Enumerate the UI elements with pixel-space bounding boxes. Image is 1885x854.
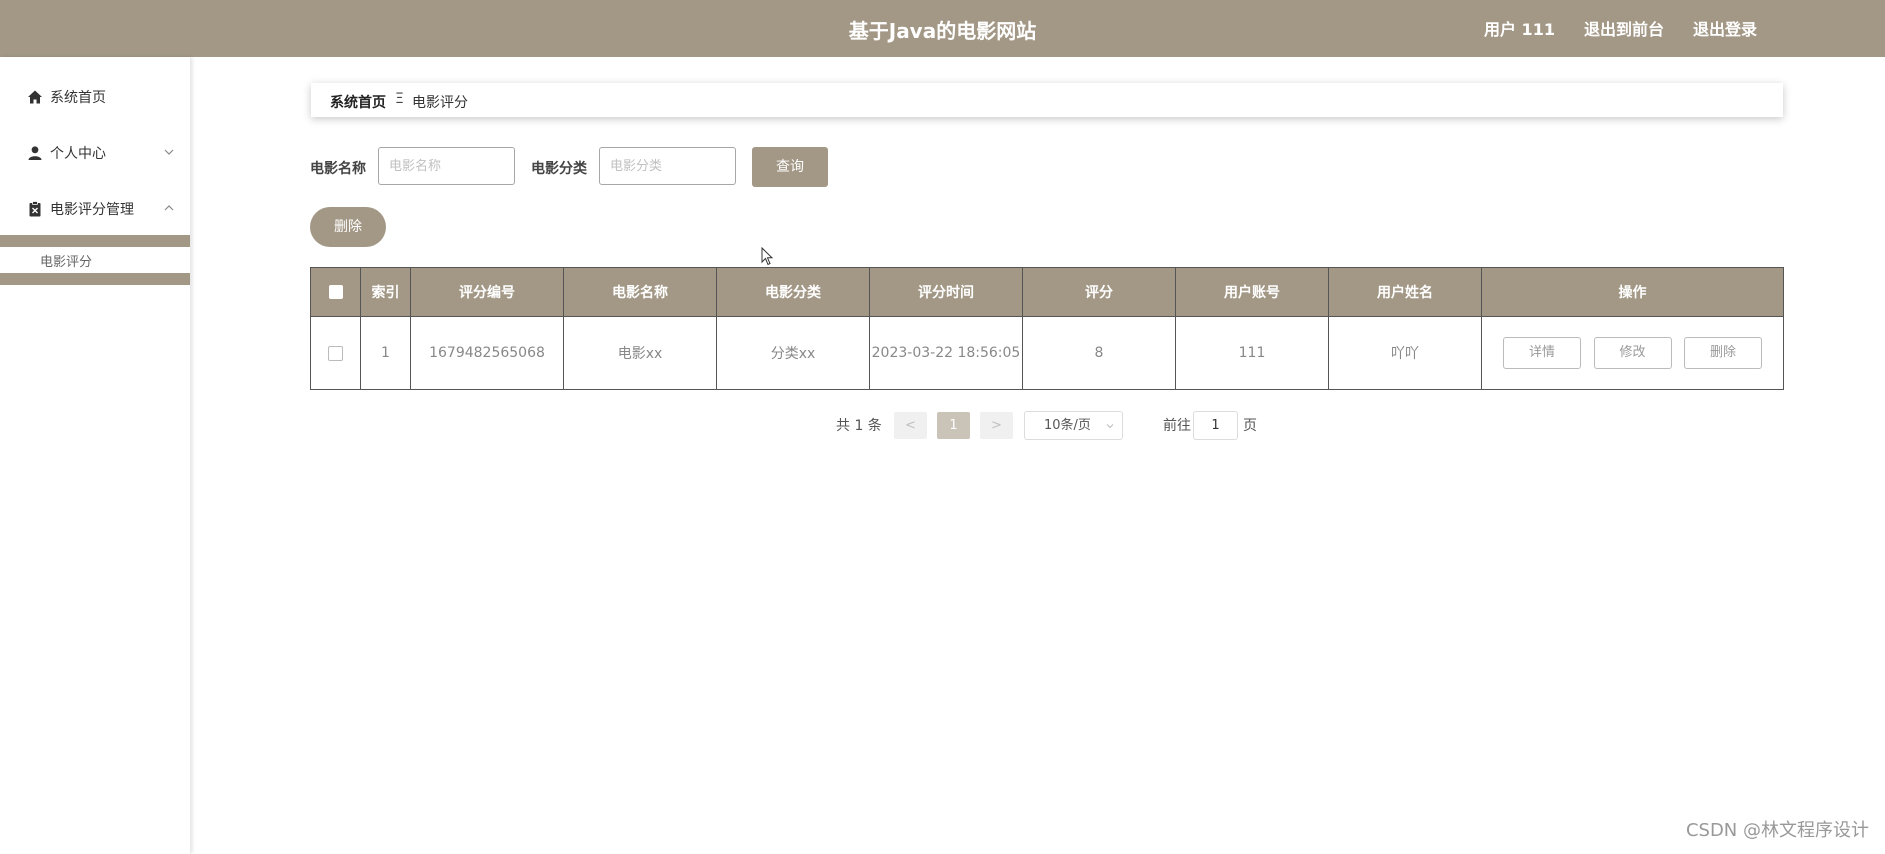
movie-category-label: 电影分类: [531, 161, 587, 177]
breadcrumb-separator: Ξ: [395, 91, 404, 107]
query-button[interactable]: 查询: [752, 147, 828, 187]
table-header-row: 索引 评分编号 电影名称 电影分类 评分时间 评分 用户账号 用户姓名 操作: [310, 267, 1784, 317]
goto-page-input[interactable]: [1193, 411, 1238, 440]
sidebar-item-label: 个人中心: [50, 146, 106, 162]
next-page-button[interactable]: >: [980, 412, 1013, 439]
chevron-down-icon: [164, 149, 174, 155]
column-header: 用户账号: [1175, 267, 1329, 317]
home-icon: [28, 90, 42, 104]
select-all-cell[interactable]: [310, 267, 361, 317]
rating-table: 索引 评分编号 电影名称 电影分类 评分时间 评分 用户账号 用户姓名 操作 1…: [310, 267, 1784, 390]
sidebar-item-home[interactable]: 系统首页: [0, 87, 190, 107]
table-row: 1 1679482565068 电影xx 分类xx 2023-03-22 18:…: [310, 316, 1784, 390]
top-nav: 用户 111 退出到前台 退出登录: [1484, 16, 1757, 40]
goto-suffix: 页: [1243, 418, 1257, 434]
actions-cell: 详情 修改 删除: [1481, 316, 1784, 390]
column-header: 索引: [360, 267, 411, 317]
user-name-cell: 吖吖: [1328, 316, 1482, 390]
movie-name-cell: 电影xx: [563, 316, 717, 390]
movie-category-input[interactable]: [599, 147, 736, 185]
sidebar-item-label: 系统首页: [50, 90, 106, 106]
column-header: 电影分类: [716, 267, 870, 317]
mouse-cursor-icon: [761, 247, 774, 266]
column-header: 评分编号: [410, 267, 564, 317]
column-header: 评分: [1022, 267, 1176, 317]
page-size-value: 10条/页: [1044, 418, 1091, 433]
movie-name-label: 电影名称: [310, 161, 366, 177]
chevron-up-icon: [164, 205, 174, 211]
movie-name-input[interactable]: [378, 147, 515, 185]
score-cell: 8: [1022, 316, 1176, 390]
top-header: 基于Java的电影网站 用户 111 退出到前台 退出登录: [0, 0, 1885, 57]
breadcrumb-home[interactable]: 系统首页: [330, 92, 386, 112]
column-header: 用户姓名: [1328, 267, 1482, 317]
prev-page-button[interactable]: <: [894, 412, 927, 439]
clipboard-icon: [29, 201, 41, 217]
logout-link[interactable]: 退出登录: [1693, 16, 1757, 40]
select-all-checkbox[interactable]: [328, 285, 343, 299]
sidebar-item-label: 电影评分管理: [50, 202, 134, 218]
goto-label: 前往: [1163, 418, 1191, 434]
submenu-item-label[interactable]: 电影评分: [40, 251, 92, 270]
row-checkbox[interactable]: [328, 345, 343, 361]
rating-time-cell: 2023-03-22 18:56:05: [869, 316, 1023, 390]
chevron-down-icon: [1106, 424, 1114, 429]
sidebar: 系统首页 个人中心 电影评分管理 电影评分: [0, 57, 190, 854]
page-number-button[interactable]: 1: [937, 412, 970, 439]
rating-no-cell: 1679482565068: [410, 316, 564, 390]
watermark: CSDN @林文程序设计: [1685, 820, 1869, 841]
breadcrumb: 系统首页 Ξ 电影评分: [311, 83, 1783, 117]
back-to-frontend-link[interactable]: 退出到前台: [1584, 16, 1664, 40]
index-cell: 1: [360, 316, 411, 390]
page-size-select[interactable]: 10条/页: [1024, 411, 1123, 440]
batch-delete-button[interactable]: 删除: [310, 207, 386, 247]
edit-button[interactable]: 修改: [1593, 337, 1672, 369]
detail-button[interactable]: 详情: [1503, 337, 1582, 369]
row-select-cell[interactable]: [310, 316, 361, 390]
movie-category-cell: 分类xx: [716, 316, 870, 390]
user-name-link[interactable]: 用户 111: [1484, 16, 1555, 40]
column-header: 电影名称: [563, 267, 717, 317]
row-delete-button[interactable]: 删除: [1683, 337, 1762, 369]
sidebar-item-rating-management[interactable]: 电影评分管理: [0, 199, 190, 219]
submenu-item-rating[interactable]: [0, 247, 190, 273]
user-account-cell: 111: [1175, 316, 1329, 390]
sidebar-item-personal-center[interactable]: 个人中心: [0, 143, 190, 163]
user-icon: [28, 146, 42, 160]
breadcrumb-current: 电影评分: [412, 95, 468, 111]
column-header: 操作: [1481, 267, 1784, 317]
column-header: 评分时间: [869, 267, 1023, 317]
pagination-total: 共 1 条: [836, 418, 882, 434]
